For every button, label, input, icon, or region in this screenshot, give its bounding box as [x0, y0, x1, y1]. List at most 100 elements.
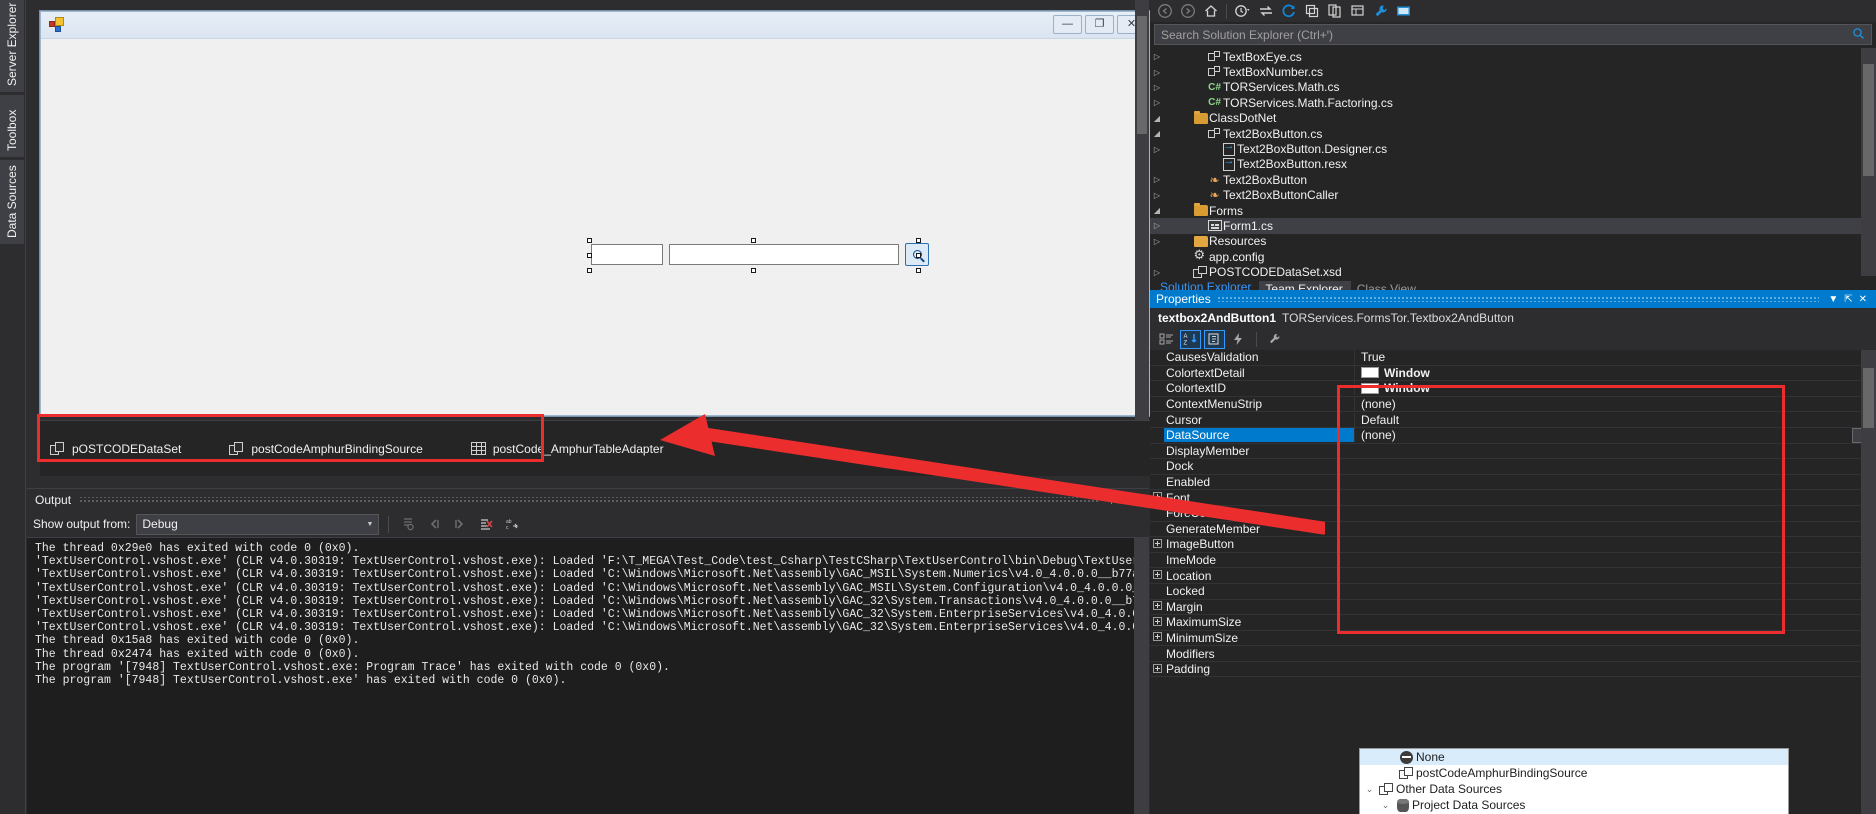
collapse-all-icon[interactable]: [1301, 1, 1322, 21]
property-row-locked[interactable]: Locked: [1150, 584, 1876, 600]
property-row-margin[interactable]: Margin: [1150, 600, 1876, 616]
textbox-detail-input[interactable]: [669, 244, 899, 265]
dropdown-item-other-data-sources[interactable]: ⌄ Other Data Sources: [1360, 781, 1788, 797]
tree-row[interactable]: ▷ TextBoxNumber.cs: [1150, 64, 1876, 79]
property-row-modifiers[interactable]: Modifiers: [1150, 646, 1876, 662]
tree-row[interactable]: ◢ ClassDotNet: [1150, 110, 1876, 126]
tree-row[interactable]: ▷ ❧ Text2BoxButtonCaller: [1150, 188, 1876, 203]
expander[interactable]: [1150, 601, 1164, 612]
tree-row-form1[interactable]: ▷ Form1.cs: [1150, 218, 1876, 234]
show-all-files-icon[interactable]: [1324, 1, 1345, 21]
property-row-colortextid[interactable]: ColortextID Window: [1150, 381, 1876, 397]
dropdown-item-bindingsource[interactable]: postCodeAmphurBindingSource: [1360, 765, 1788, 781]
sync-with-active-document-icon[interactable]: [1255, 1, 1276, 21]
go-to-previous-icon[interactable]: [424, 514, 444, 534]
twisty-icon[interactable]: ▷: [1150, 145, 1164, 154]
solution-explorer-scrollbar[interactable]: [1861, 48, 1876, 276]
pin-icon[interactable]: ⇱: [1841, 294, 1855, 305]
maximize-button[interactable]: ❐: [1085, 15, 1114, 34]
expander[interactable]: [1150, 616, 1164, 628]
twisty-icon[interactable]: ▷: [1150, 268, 1164, 277]
expander[interactable]: [1150, 632, 1164, 643]
property-row-forecolor[interactable]: ForeColor: [1150, 506, 1876, 522]
chevron-down-icon[interactable]: ▼: [1825, 294, 1841, 305]
tree-row[interactable]: ▷ C# TORServices.Math.cs: [1150, 80, 1876, 95]
property-row-location[interactable]: Location: [1150, 568, 1876, 584]
twisty-icon[interactable]: ▷: [1150, 68, 1164, 77]
scrollbar-thumb[interactable]: [1863, 64, 1874, 176]
twisty-icon[interactable]: ▷: [1150, 83, 1164, 92]
twisty-icon[interactable]: ◢: [1150, 129, 1164, 138]
events-icon[interactable]: [1228, 330, 1249, 349]
find-message-icon[interactable]: [398, 514, 418, 534]
forward-icon[interactable]: [1177, 1, 1198, 21]
expander[interactable]: [1150, 663, 1164, 675]
form-designer-surface[interactable]: — ❐ ✕ pOSTCODEDataSet postCodeAmphurBind…: [27, 0, 1150, 487]
pending-changes-icon[interactable]: [1232, 1, 1253, 21]
resize-handle[interactable]: [916, 253, 921, 258]
designed-form-window[interactable]: — ❐ ✕: [40, 11, 1150, 416]
tree-row[interactable]: Text2BoxButton.resx: [1150, 155, 1876, 172]
twisty-expanded-icon[interactable]: ⌄: [1378, 800, 1393, 811]
textbox-id-input[interactable]: [591, 244, 663, 265]
designer-vertical-scrollbar[interactable]: [1135, 0, 1149, 420]
refresh-icon[interactable]: [1278, 1, 1299, 21]
properties-scrollbar[interactable]: [1861, 350, 1876, 814]
tree-row[interactable]: ▷ Text2BoxButton.Designer.cs: [1150, 140, 1876, 157]
solution-explorer-tree[interactable]: ▷ TextBoxEye.cs ▷ TextBoxNumber.cs ▷ C# TORS…: [1150, 47, 1876, 279]
twisty-icon[interactable]: ◢: [1150, 206, 1164, 215]
search-icon[interactable]: [1852, 27, 1865, 43]
tree-row[interactable]: ◢ Text2BoxButton.cs: [1150, 126, 1876, 141]
property-value[interactable]: True: [1354, 350, 1876, 365]
resize-handle[interactable]: [916, 238, 921, 243]
alphabetical-icon[interactable]: AZ: [1180, 329, 1201, 349]
property-value[interactable]: Window: [1354, 365, 1876, 380]
minimize-button[interactable]: —: [1053, 15, 1082, 34]
close-icon[interactable]: ✕: [1124, 494, 1141, 507]
property-row-causesvalidation[interactable]: CausesValidation True: [1150, 350, 1876, 366]
expander[interactable]: [1150, 538, 1164, 550]
property-value[interactable]: (none): [1354, 397, 1876, 412]
resize-handle[interactable]: [916, 268, 921, 273]
tree-row[interactable]: ▷ ❧ Text2BoxButton: [1150, 172, 1876, 187]
twisty-expanded-icon[interactable]: ⌄: [1362, 784, 1377, 795]
dropdown-item-project-data-sources[interactable]: ⌄ Project Data Sources: [1360, 797, 1788, 813]
twisty-icon[interactable]: ▷: [1150, 237, 1164, 246]
property-row-cursor[interactable]: Cursor Default: [1150, 412, 1876, 428]
resize-handle[interactable]: [587, 268, 592, 273]
output-vertical-scrollbar[interactable]: [1134, 538, 1149, 814]
property-row-minimumsize[interactable]: MinimumSize: [1150, 631, 1876, 647]
datasource-dropdown[interactable]: None postCodeAmphurBindingSource ⌄ Other…: [1359, 748, 1789, 814]
resize-handle[interactable]: [751, 238, 756, 243]
property-row-imagebutton[interactable]: ImageButton: [1150, 537, 1876, 553]
property-row-padding[interactable]: Padding: [1150, 662, 1876, 678]
tray-item-bindingsource[interactable]: postCodeAmphurBindingSource: [229, 441, 423, 456]
designer-scrollbar-thumb[interactable]: [1137, 16, 1147, 134]
property-row-dock[interactable]: Dock: [1150, 459, 1876, 475]
output-drag-dots[interactable]: [79, 497, 1099, 503]
expander[interactable]: [1150, 570, 1164, 581]
property-row-maximumsize[interactable]: MaximumSize: [1150, 615, 1876, 631]
resize-handle[interactable]: [587, 253, 592, 258]
properties-grid[interactable]: CausesValidation True ColortextDetail Wi…: [1150, 350, 1876, 678]
textbox2andbutton-control[interactable]: [587, 238, 929, 273]
tray-item-tableadapter[interactable]: postCode_AmphurTableAdapter: [470, 442, 664, 456]
go-to-next-icon[interactable]: [450, 514, 470, 534]
tree-row[interactable]: ▷ POSTCODEDataSet.xsd: [1150, 264, 1876, 279]
property-value[interactable]: Default: [1354, 412, 1876, 427]
wrench-icon[interactable]: [1370, 1, 1391, 21]
properties-pages-icon[interactable]: [1204, 329, 1225, 349]
property-row-datasource[interactable]: DataSource (none) ⌄: [1150, 427, 1876, 444]
resize-handle[interactable]: [751, 268, 756, 273]
property-row-generatemember[interactable]: GenerateMember: [1150, 522, 1876, 538]
vtab-server-explorer[interactable]: Server Explorer: [0, 0, 24, 92]
twisty-icon[interactable]: ▷: [1150, 98, 1164, 107]
form-canvas[interactable]: [41, 39, 1149, 415]
expander[interactable]: [1150, 492, 1164, 503]
twisty-icon[interactable]: ▷: [1150, 175, 1164, 184]
dropdown-item-none[interactable]: None: [1360, 749, 1788, 765]
property-row-displaymember[interactable]: DisplayMember: [1150, 444, 1876, 460]
property-pages-icon[interactable]: [1264, 330, 1285, 349]
close-icon[interactable]: ✕: [1856, 294, 1870, 305]
tree-row[interactable]: app.config: [1150, 247, 1876, 264]
